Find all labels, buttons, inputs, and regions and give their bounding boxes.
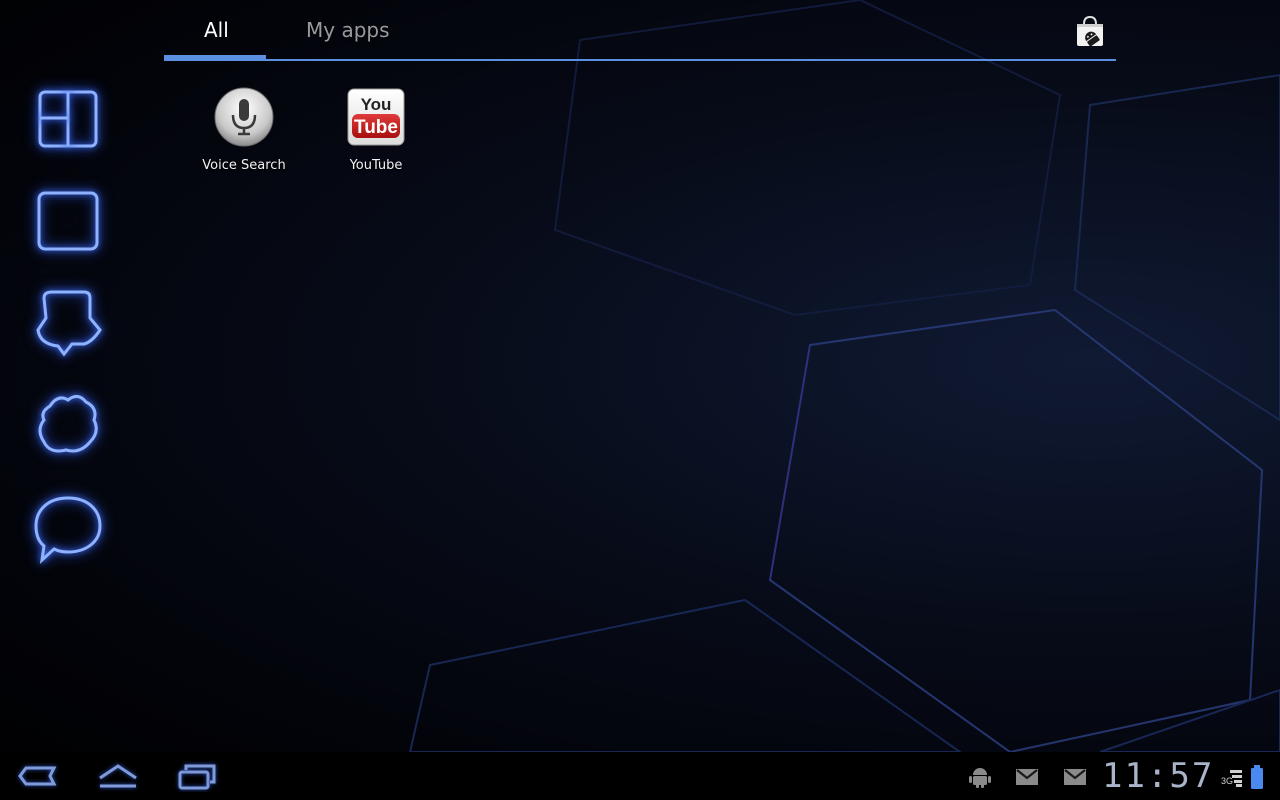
android-debug-icon[interactable] <box>968 766 992 788</box>
battery-icon <box>1251 765 1263 789</box>
system-bar: 11:57 <box>0 752 1280 800</box>
home-button[interactable] <box>94 760 142 792</box>
back-icon <box>18 766 57 786</box>
chat-icon <box>34 496 102 564</box>
bubble-shortcut[interactable] <box>28 282 108 362</box>
tab-all[interactable]: All <box>204 14 229 46</box>
microphone-icon <box>214 87 274 147</box>
square-shortcut[interactable] <box>28 180 108 260</box>
youtube-logo: You Tube <box>347 88 405 146</box>
bubble-icon <box>36 290 102 357</box>
network-type-label: 3G <box>1221 776 1234 786</box>
gmail-icon[interactable] <box>1063 766 1087 788</box>
blob-icon <box>38 395 98 453</box>
youtube-logo-text-you: You <box>361 95 392 114</box>
home-icon <box>99 764 137 788</box>
chat-shortcut[interactable] <box>28 486 108 566</box>
app-voice-search[interactable]: Voice Search <box>194 86 294 173</box>
gmail-icon[interactable] <box>1015 766 1039 788</box>
tab-underline <box>164 59 1116 61</box>
market-bag-icon <box>1077 15 1103 47</box>
app-label: YouTube <box>349 158 403 173</box>
market-button[interactable] <box>1072 14 1108 50</box>
youtube-logo-text-tube: Tube <box>354 117 398 138</box>
tab-my-apps[interactable]: My apps <box>306 14 390 46</box>
app-drawer-tabs: All My apps <box>164 0 1116 62</box>
status-clock[interactable]: 11:57 <box>1102 756 1214 796</box>
app-label: Voice Search <box>202 158 286 173</box>
recent-apps-icon <box>178 764 216 790</box>
wallpaper <box>408 0 1280 752</box>
widgets-icon <box>38 90 98 148</box>
back-button[interactable] <box>14 760 62 792</box>
app-youtube[interactable]: You Tube YouTube <box>326 86 426 173</box>
recent-apps-button[interactable] <box>174 760 222 792</box>
blob-shortcut[interactable] <box>28 384 108 464</box>
square-icon <box>37 191 99 251</box>
widgets-button[interactable] <box>28 78 108 158</box>
home-screen: All My apps Voice Search You Tube YouTub… <box>0 0 1280 800</box>
